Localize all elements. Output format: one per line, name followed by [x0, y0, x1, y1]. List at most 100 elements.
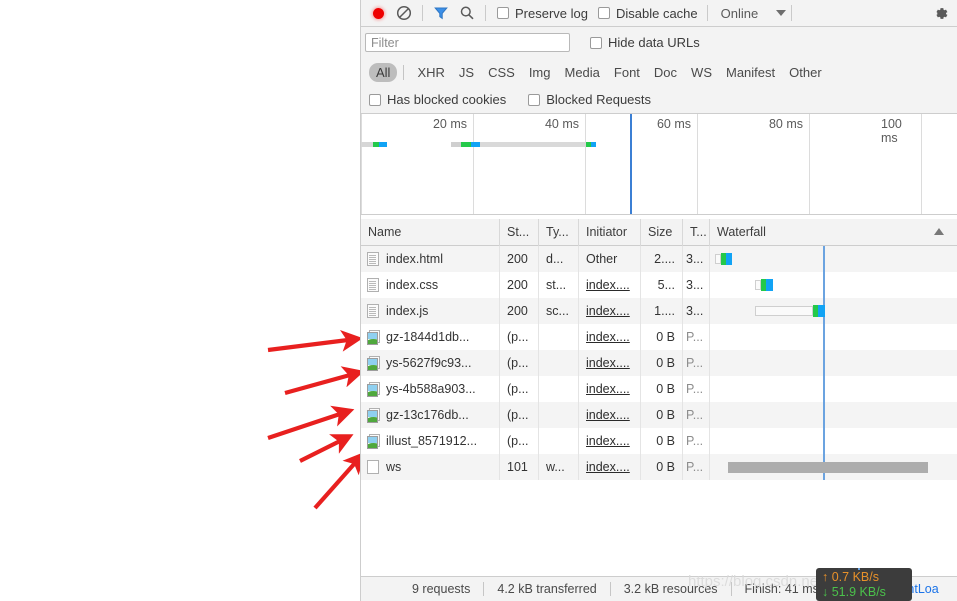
type-filter-doc[interactable]: Doc: [647, 63, 684, 82]
clear-button[interactable]: [391, 1, 417, 25]
cell-name[interactable]: gz-13c176db...: [361, 402, 500, 428]
overview-tick-label-20ms: 20 ms: [432, 117, 467, 131]
table-row[interactable]: ys-4b588a903... (p... index.... 0 B P...: [361, 376, 957, 402]
table-row[interactable]: illust_8571912... (p... index.... 0 B P...: [361, 428, 957, 454]
table-row[interactable]: index.html 200 d... Other 2.... 3...: [361, 246, 957, 272]
column-header-waterfall[interactable]: Waterfall: [710, 219, 957, 246]
cell-initiator[interactable]: index....: [579, 324, 641, 350]
overview-tick-label-60ms: 60 ms: [656, 117, 691, 131]
request-type: st...: [546, 278, 567, 292]
has-blocked-cookies-checkbox[interactable]: Has blocked cookies: [369, 92, 506, 107]
sort-ascending-triangle-icon: [934, 227, 944, 235]
request-initiator: index....: [586, 434, 630, 448]
type-filter-all[interactable]: All: [369, 62, 398, 82]
disable-cache-checkbox-box: [597, 7, 610, 19]
preserve-log-checkbox[interactable]: Preserve log: [497, 6, 588, 21]
cell-waterfall[interactable]: [710, 298, 957, 324]
hide-data-urls-checkbox[interactable]: Hide data URLs: [590, 35, 700, 50]
record-button[interactable]: [365, 1, 391, 25]
cell-waterfall[interactable]: [710, 402, 957, 428]
table-row[interactable]: ys-5627f9c93... (p... index.... 0 B P...: [361, 350, 957, 376]
cell-status: 200: [500, 298, 539, 324]
request-time: 3...: [686, 278, 704, 292]
request-size: 5...: [657, 278, 675, 292]
column-header-type[interactable]: Ty...: [539, 219, 579, 246]
cell-type: st...: [539, 272, 579, 298]
cell-name[interactable]: ws: [361, 454, 500, 480]
request-name: ys-4b588a903...: [386, 382, 476, 396]
column-header-status[interactable]: St...: [500, 219, 539, 246]
cell-time: P...: [683, 324, 710, 350]
overview-tick-line-3: [697, 114, 698, 214]
type-filter-font[interactable]: Font: [607, 63, 647, 82]
request-name: gz-1844d1db...: [386, 330, 470, 344]
request-size: 0 B: [656, 408, 675, 422]
overview-tick-line-0: [361, 114, 362, 214]
cell-name[interactable]: ys-4b588a903...: [361, 376, 500, 402]
cell-waterfall[interactable]: [710, 454, 957, 480]
cell-initiator[interactable]: Other: [579, 246, 641, 272]
disable-cache-checkbox[interactable]: Disable cache: [597, 6, 698, 21]
throttling-dropdown[interactable]: Online: [721, 6, 787, 21]
cell-waterfall[interactable]: [710, 324, 957, 350]
cell-size: 5...: [641, 272, 683, 298]
waterfall-wait-segment: [755, 306, 813, 316]
overview-seg-wait: [451, 142, 461, 147]
image-file-icon: [367, 381, 380, 397]
network-throughput-tooltip: ↑ 0.7 KB/s ↓ 51.9 KB/s: [816, 568, 912, 601]
cell-waterfall[interactable]: [710, 272, 957, 298]
upload-rate: ↑ 0.7 KB/s: [822, 570, 879, 584]
cell-name[interactable]: index.css: [361, 272, 500, 298]
gear-icon: [935, 7, 947, 19]
filter-input[interactable]: [365, 33, 570, 52]
cell-waterfall[interactable]: [710, 246, 957, 272]
table-row[interactable]: index.css 200 st... index.... 5... 3...: [361, 272, 957, 298]
cell-initiator[interactable]: index....: [579, 428, 641, 454]
type-filter-media[interactable]: Media: [557, 63, 606, 82]
type-filter-img[interactable]: Img: [522, 63, 558, 82]
table-row[interactable]: gz-1844d1db... (p... index.... 0 B P...: [361, 324, 957, 350]
network-overview-timeline[interactable]: 20 ms 40 ms 60 ms 80 ms 100 ms: [361, 114, 957, 215]
column-header-time[interactable]: T...: [683, 219, 710, 246]
cell-name[interactable]: index.js: [361, 298, 500, 324]
blocked-requests-checkbox[interactable]: Blocked Requests: [528, 92, 651, 107]
cell-type: [539, 428, 579, 454]
settings-button[interactable]: [927, 1, 953, 25]
cell-initiator[interactable]: index....: [579, 272, 641, 298]
request-initiator: index....: [586, 460, 630, 474]
cell-waterfall[interactable]: [710, 428, 957, 454]
cell-initiator[interactable]: index....: [579, 402, 641, 428]
cell-initiator[interactable]: index....: [579, 454, 641, 480]
type-filter-manifest[interactable]: Manifest: [719, 63, 782, 82]
type-filter-xhr[interactable]: XHR: [410, 63, 451, 82]
search-button[interactable]: [454, 1, 480, 25]
cell-waterfall[interactable]: [710, 350, 957, 376]
status-resources: 3.2 kB resources: [623, 582, 718, 596]
cell-initiator[interactable]: index....: [579, 376, 641, 402]
filter-toggle-button[interactable]: [428, 1, 454, 25]
cell-waterfall[interactable]: [710, 376, 957, 402]
cell-name[interactable]: ys-5627f9c93...: [361, 350, 500, 376]
cell-initiator[interactable]: index....: [579, 350, 641, 376]
cell-name[interactable]: illust_8571912...: [361, 428, 500, 454]
column-header-size[interactable]: Size: [641, 219, 683, 246]
type-filter-js[interactable]: JS: [452, 63, 481, 82]
cell-name[interactable]: index.html: [361, 246, 500, 272]
table-row[interactable]: ws 101 w... index.... 0 B P...: [361, 454, 957, 480]
resource-type-filters: All XHR JS CSS Img Media Font Doc WS Man…: [361, 58, 957, 86]
type-filter-other[interactable]: Other: [782, 63, 829, 82]
cell-name[interactable]: gz-1844d1db...: [361, 324, 500, 350]
type-filter-css[interactable]: CSS: [481, 63, 522, 82]
request-initiator: index....: [586, 304, 630, 318]
waterfall-finish-segment: [726, 253, 732, 265]
type-filter-ws[interactable]: WS: [684, 63, 719, 82]
table-row[interactable]: index.js 200 sc... index.... 1.... 3...: [361, 298, 957, 324]
request-size: 0 B: [656, 434, 675, 448]
table-row[interactable]: gz-13c176db... (p... index.... 0 B P...: [361, 402, 957, 428]
cell-initiator[interactable]: index....: [579, 298, 641, 324]
request-initiator: index....: [586, 356, 630, 370]
column-header-initiator[interactable]: Initiator: [579, 219, 641, 246]
record-circle-icon: [372, 7, 384, 19]
overview-seg-finish: [471, 142, 480, 147]
column-header-name[interactable]: Name: [361, 219, 500, 246]
